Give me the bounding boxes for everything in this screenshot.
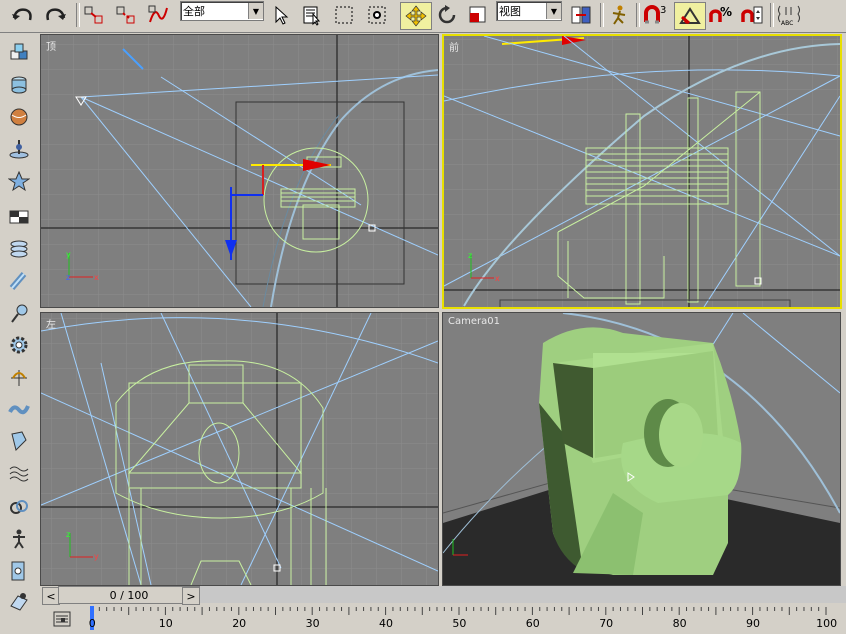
axis-z-label: z [468, 251, 472, 260]
sphere-icon[interactable] [7, 105, 31, 129]
chevron-down-icon: ▼ [546, 3, 561, 19]
time-slider[interactable]: < 0 / 100 > [40, 586, 846, 605]
axis-z-label: z [66, 530, 70, 539]
display-icon[interactable] [7, 205, 31, 229]
prev-frame-label: < [46, 589, 56, 603]
ffd-icon[interactable] [7, 429, 31, 453]
time-slider-track[interactable]: < 0 / 100 > [42, 586, 846, 605]
pivot-center-icon[interactable] [568, 2, 594, 28]
next-frame-label: > [186, 589, 196, 603]
gear-icon[interactable] [7, 333, 31, 357]
modify-cylinder-icon[interactable] [7, 73, 31, 97]
spinner-snap-icon[interactable] [738, 2, 766, 28]
chevron-down-icon: ▼ [248, 3, 263, 19]
ruler-tick-label: 80 [672, 617, 687, 630]
window-crossing-icon[interactable] [364, 2, 390, 28]
biped-icon[interactable] [7, 527, 31, 551]
abc-label: ABC [781, 20, 793, 27]
track-bar[interactable]: 0 10 20 30 40 50 60 70 80 90 100 [40, 605, 846, 634]
snap-dimension-label: 3 [660, 5, 666, 16]
ruler-tick-label: 90 [746, 617, 760, 630]
material-icon[interactable] [7, 559, 31, 583]
rect-selection-region-icon[interactable] [332, 2, 356, 28]
next-frame-button[interactable]: > [182, 587, 200, 605]
axis-z-label: z [66, 273, 70, 282]
ruler-tick-label: 30 [305, 617, 320, 630]
create-box-icon[interactable] [7, 41, 31, 65]
main-toolbar: 全部 ▼ 视图 ▼ 3 % ABC [0, 0, 846, 33]
ruler-tick-label: 20 [232, 617, 247, 630]
percent-snap-icon[interactable]: % [706, 2, 734, 28]
select-and-scale-icon[interactable] [466, 2, 490, 28]
select-and-rotate-icon[interactable] [434, 2, 460, 28]
axis-y-label: y [94, 552, 99, 561]
redo-icon[interactable] [42, 2, 70, 28]
percent-label: % [720, 5, 732, 19]
ruler-tick-label: 70 [599, 617, 614, 630]
command-sidebar [0, 33, 38, 633]
link-icon[interactable] [7, 495, 31, 519]
axis-x-label: x [94, 273, 99, 282]
ruler-tick-label: 50 [452, 617, 467, 630]
viewport-label[interactable]: 前 [449, 39, 459, 54]
viewport-camera[interactable]: Camera01 [442, 312, 841, 586]
select-and-move-icon[interactable] [400, 2, 432, 30]
selection-filter-dropdown[interactable]: 全部 ▼ [180, 1, 264, 21]
viewport-label[interactable]: 左 [46, 316, 56, 331]
select-object-icon[interactable] [270, 2, 292, 28]
ruler-tick-label: 10 [158, 617, 173, 630]
viewport-front[interactable]: z x 前 [442, 34, 842, 309]
frame-readout: 0 / 100 [109, 588, 149, 602]
viewport-top[interactable]: y x z 顶 [40, 34, 439, 308]
lathe-icon[interactable] [7, 301, 31, 325]
unlink-selection-icon[interactable] [114, 2, 138, 28]
manipulate-icon[interactable] [606, 2, 632, 28]
reference-coord-dropdown[interactable]: 视图 ▼ [496, 1, 562, 21]
viewport-camera-canvas [443, 313, 840, 585]
ruler-tick-label: 60 [525, 617, 540, 630]
bend-icon[interactable] [7, 365, 31, 389]
reference-coord-value: 视图 [499, 5, 521, 18]
viewport-label[interactable]: Camera01 [448, 316, 500, 327]
select-by-name-icon[interactable] [300, 2, 324, 28]
axis-x-label: x [495, 274, 500, 283]
angle-snap-toggle-icon[interactable] [674, 2, 706, 30]
tube-icon[interactable] [7, 269, 31, 293]
viewport-top-canvas: y x z [41, 35, 438, 307]
render-icon[interactable] [7, 589, 31, 613]
noise-icon[interactable] [7, 397, 31, 421]
wave-icon[interactable] [7, 461, 31, 485]
utilities-stack-icon[interactable] [7, 237, 31, 261]
viewport-left-canvas: z y [41, 313, 438, 585]
selection-filter-value: 全部 [183, 5, 205, 18]
ruler-tick-label: 0 [88, 617, 96, 630]
snap-toggle-icon[interactable]: 3 [640, 2, 670, 28]
time-slider-thumb[interactable]: 0 / 100 [58, 586, 200, 604]
ruler-tick-label: 40 [379, 617, 393, 630]
undo-icon[interactable] [8, 2, 36, 28]
viewport-left[interactable]: z y 左 [40, 312, 439, 586]
named-selection-sets-icon[interactable]: ABC [774, 2, 804, 28]
select-link-icon[interactable] [82, 2, 106, 28]
ruler-tick-label: 100 [816, 617, 838, 630]
bind-space-warp-icon[interactable] [146, 2, 170, 28]
motion-icon[interactable] [7, 169, 31, 193]
hierarchy-icon[interactable] [7, 137, 31, 161]
axis-y-label: y [66, 250, 71, 259]
viewport-label[interactable]: 顶 [46, 38, 56, 53]
viewport-front-canvas: z x [444, 36, 840, 307]
